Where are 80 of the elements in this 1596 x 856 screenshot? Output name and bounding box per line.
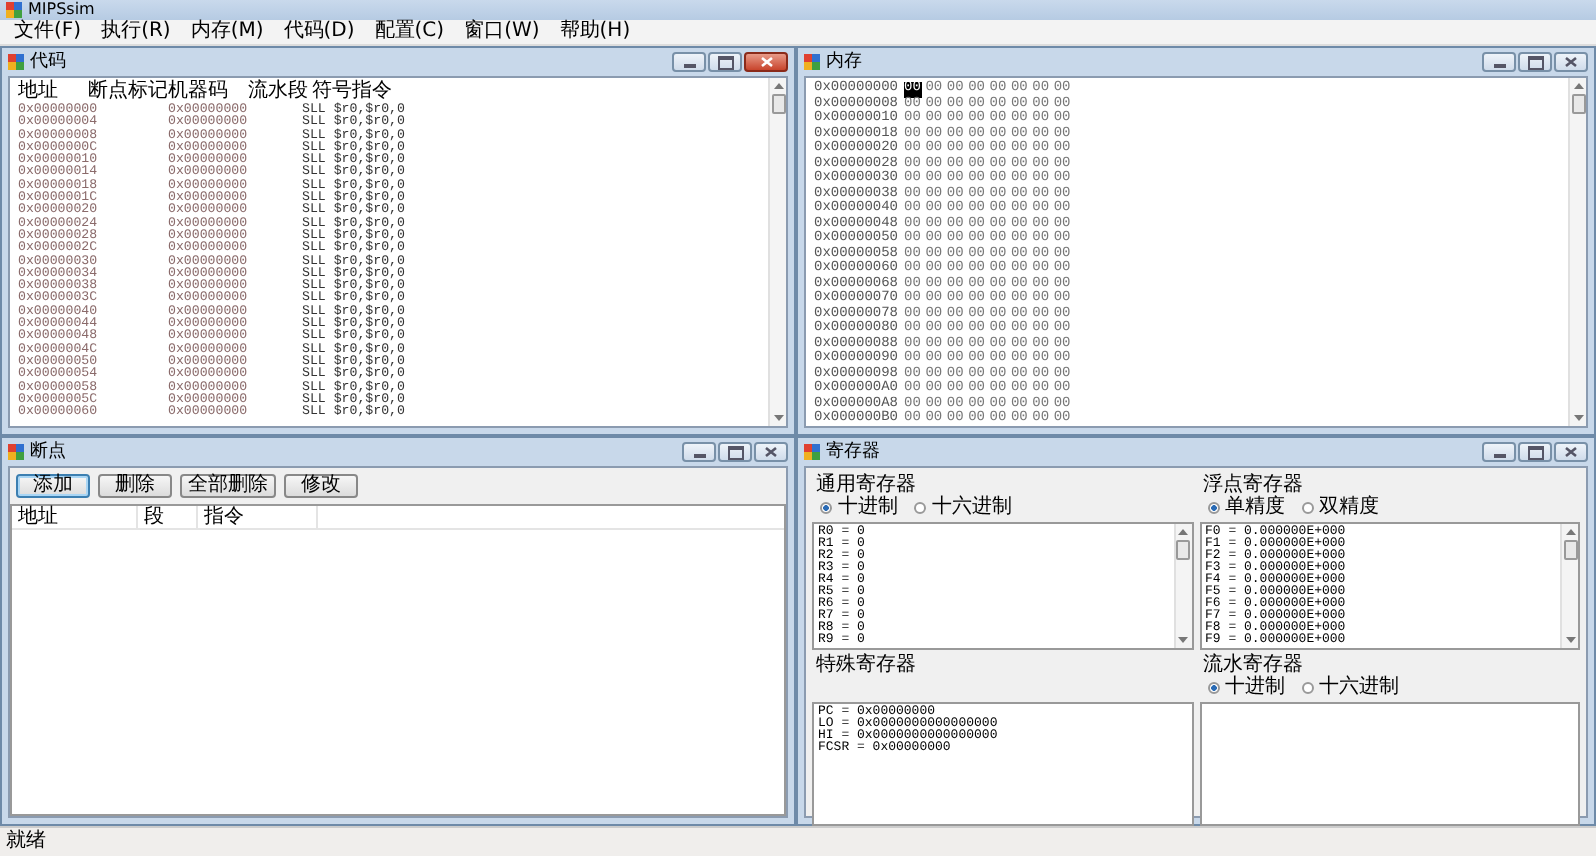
minimize-button[interactable] xyxy=(1482,442,1516,462)
menu-item[interactable]: 配置(C) xyxy=(366,20,453,44)
close-icon xyxy=(1564,56,1578,68)
window-title: 断点 xyxy=(30,441,66,463)
scroll-down-icon[interactable] xyxy=(1565,636,1575,644)
status-text: 就绪 xyxy=(6,830,46,854)
menu-item[interactable]: 文件(F) xyxy=(6,20,90,44)
toolbar-button[interactable]: 修改 xyxy=(284,474,358,498)
close-button[interactable] xyxy=(744,52,788,72)
radio-button[interactable]: 十进制 xyxy=(1207,676,1285,698)
scroll-up-icon[interactable] xyxy=(1178,528,1188,536)
minimize-button[interactable] xyxy=(1482,52,1516,72)
scroll-down-icon[interactable] xyxy=(1573,414,1583,422)
scroll-up-icon[interactable] xyxy=(1573,82,1583,90)
toolbar-button[interactable]: 全部删除 xyxy=(180,474,276,498)
maximize-button[interactable] xyxy=(718,442,752,462)
app-icon xyxy=(6,2,22,18)
scrollbar[interactable] xyxy=(1173,524,1191,648)
window-icon xyxy=(8,444,24,460)
scroll-thumb[interactable] xyxy=(771,94,785,114)
window-icon xyxy=(804,54,820,70)
column-header: 机器码 xyxy=(168,80,230,103)
group-label: 通用寄存器 xyxy=(814,474,918,496)
close-icon xyxy=(1564,446,1578,458)
menu-item[interactable]: 帮助(H) xyxy=(551,20,639,44)
radio-button[interactable]: 十进制 xyxy=(820,496,898,518)
toolbar-button[interactable]: 删除 xyxy=(98,474,172,498)
scroll-thumb[interactable] xyxy=(1563,540,1577,560)
column-header[interactable]: 指令 xyxy=(198,506,318,528)
scrollbar[interactable] xyxy=(768,78,786,426)
scrollbar[interactable] xyxy=(1568,78,1586,426)
close-button[interactable] xyxy=(1554,442,1588,462)
maximize-button[interactable] xyxy=(708,52,742,72)
scroll-down-icon[interactable] xyxy=(1178,636,1188,644)
menu-item[interactable]: 窗口(W) xyxy=(456,20,548,44)
column-header: 断点标记 xyxy=(88,80,168,103)
scroll-thumb[interactable] xyxy=(1176,540,1190,560)
radio-button[interactable]: 十六进制 xyxy=(914,496,1012,518)
radio-button[interactable]: 单精度 xyxy=(1207,496,1285,518)
toolbar-button[interactable]: 添加 xyxy=(16,474,90,498)
maximize-icon xyxy=(1527,55,1543,69)
minimize-icon xyxy=(693,453,705,457)
scroll-up-icon[interactable] xyxy=(773,82,783,90)
column-header[interactable]: 地址 xyxy=(12,506,138,528)
maximize-icon xyxy=(717,55,733,69)
scrollbar[interactable] xyxy=(1560,524,1578,648)
window-icon xyxy=(804,444,820,460)
window-icon xyxy=(8,54,24,70)
menu-item[interactable]: 执行(R) xyxy=(93,20,179,44)
maximize-button[interactable] xyxy=(1518,442,1552,462)
app-title: MIPSsim xyxy=(28,0,95,19)
group-label: 特殊寄存器 xyxy=(814,654,918,676)
column-header[interactable]: 段 xyxy=(138,506,198,528)
close-icon xyxy=(764,446,778,458)
close-button[interactable] xyxy=(754,442,788,462)
maximize-icon xyxy=(1527,445,1543,459)
minimize-icon xyxy=(1493,63,1505,67)
scroll-thumb[interactable] xyxy=(1571,94,1585,114)
group-label: 浮点寄存器 xyxy=(1201,474,1305,496)
menu-item[interactable]: 代码(D) xyxy=(275,20,363,44)
window-title: 寄存器 xyxy=(826,441,880,463)
minimize-icon xyxy=(1493,453,1505,457)
group-label: 流水寄存器 xyxy=(1201,654,1305,676)
column-header: 符号指令 xyxy=(312,80,392,102)
minimize-button[interactable] xyxy=(682,442,716,462)
close-icon xyxy=(759,56,773,68)
menu-item[interactable]: 内存(M) xyxy=(182,20,272,44)
scroll-up-icon[interactable] xyxy=(1565,528,1575,536)
maximize-button[interactable] xyxy=(1518,52,1552,72)
column-header: 流水段 xyxy=(248,80,310,103)
scroll-down-icon[interactable] xyxy=(773,414,783,422)
maximize-icon xyxy=(727,445,743,459)
minimize-button[interactable] xyxy=(672,52,706,72)
radio-button[interactable]: 双精度 xyxy=(1301,496,1379,518)
window-title: 代码 xyxy=(30,51,66,73)
close-button[interactable] xyxy=(1554,52,1588,72)
radio-button[interactable]: 十六进制 xyxy=(1301,676,1399,698)
window-title: 内存 xyxy=(826,51,862,73)
column-header: 地址 xyxy=(18,80,60,103)
minimize-icon xyxy=(683,63,695,67)
